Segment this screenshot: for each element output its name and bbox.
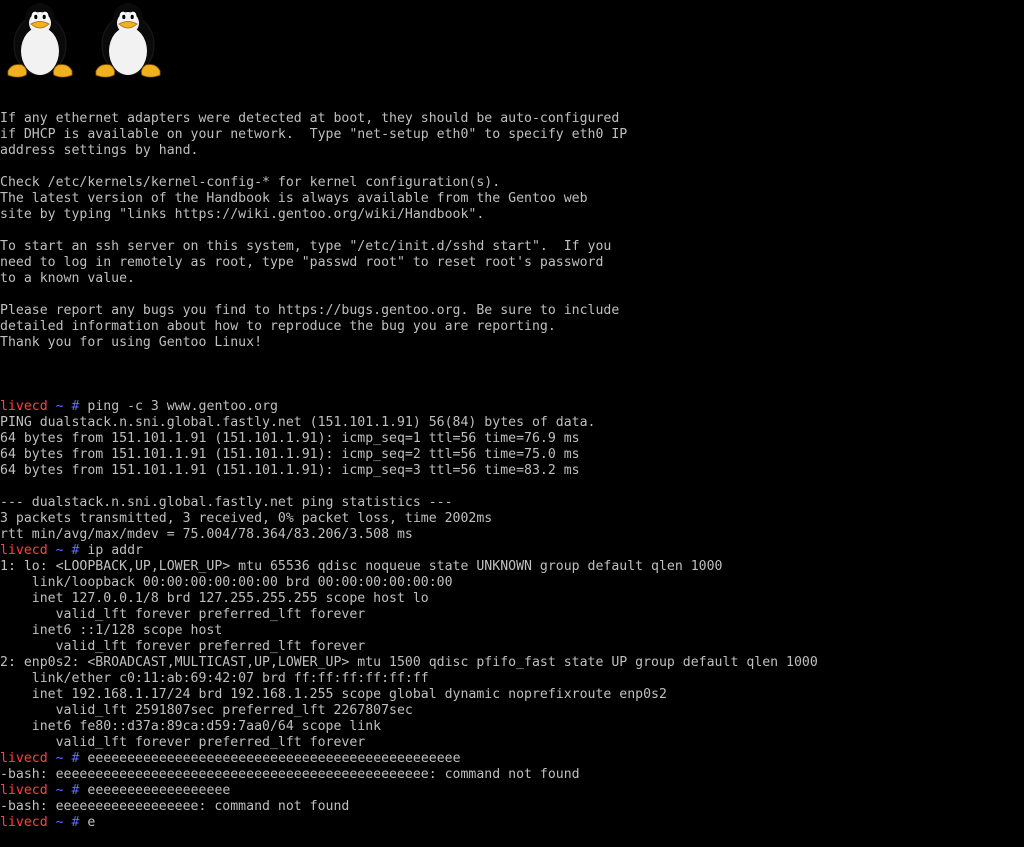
output-line: --- dualstack.n.sni.global.fastly.net pi… [0,495,453,510]
output-line: link/ether c0:11:ab:69:42:07 brd ff:ff:f… [0,671,429,686]
motd-line: if DHCP is available on your network. Ty… [0,127,628,142]
prompt-hostname: livecd [0,783,48,798]
prompt-hostname: livecd [0,399,48,414]
prompt-path: ~ [55,751,64,766]
output-line: valid_lft forever preferred_lft forever [0,607,366,622]
output-line: 64 bytes from 151.101.1.91 (151.101.1.91… [0,431,580,446]
output-line: inet 127.0.0.1/8 brd 127.255.255.255 sco… [0,591,429,606]
motd-line: Thank you for using Gentoo Linux! [0,335,263,350]
prompt-symbol: # [71,783,80,798]
output-line: 64 bytes from 151.101.1.91 (151.101.1.91… [0,463,580,478]
motd-line: to a known value. [0,271,135,286]
prompt-symbol: # [71,815,80,830]
command-input[interactable]: e [87,815,95,830]
tux-penguin-icon [7,3,73,78]
output-line: 3 packets transmitted, 3 received, 0% pa… [0,511,493,526]
motd-line: The latest version of the Handbook is al… [0,191,588,206]
tux-penguin-icon [95,3,161,78]
prompt-symbol: # [71,751,80,766]
prompt-path: ~ [55,783,64,798]
output-line: 64 bytes from 151.101.1.91 (151.101.1.91… [0,447,580,462]
output-line: inet6 ::1/128 scope host [0,623,223,638]
prompt-line: livecd ~ # eeeeeeeeeeeeeeeeee [0,783,1024,799]
output-line: valid_lft forever preferred_lft forever [0,735,366,750]
prompt-hostname: livecd [0,815,48,830]
output-line: PING dualstack.n.sni.global.fastly.net (… [0,415,596,430]
prompt-symbol: # [71,399,80,414]
motd-line: Check /etc/kernels/kernel-config-* for k… [0,175,501,190]
motd-block: If any ethernet adapters were detected a… [0,111,1024,367]
prompt-path: ~ [55,543,64,558]
motd-line: address settings by hand. [0,143,199,158]
terminal-console[interactable]: If any ethernet adapters were detected a… [0,79,1024,847]
motd-line [0,351,1024,367]
output-line: -bash: eeeeeeeeeeeeeeeeee: command not f… [0,799,350,814]
command-text: ip addr [87,543,143,558]
motd-line: To start an ssh server on this system, t… [0,239,612,254]
command-input-line[interactable]: livecd ~ # e [0,815,1024,831]
gentoo-logo-row [4,0,204,80]
output-line: rtt min/avg/max/mdev = 75.004/78.364/83.… [0,527,413,542]
motd-line [0,223,1024,239]
prompt-hostname: livecd [0,543,48,558]
motd-line: Please report any bugs you find to https… [0,303,620,318]
prompt-line: livecd ~ # eeeeeeeeeeeeeeeeeeeeeeeeeeeee… [0,751,1024,767]
motd-line: If any ethernet adapters were detected a… [0,111,620,126]
prompt-hostname: livecd [0,751,48,766]
prompt-line: livecd ~ # ping -c 3 www.gentoo.org [0,399,1024,415]
motd-line: need to log in remotely as root, type "p… [0,255,604,270]
command-text: ping -c 3 www.gentoo.org [87,399,278,414]
prompt-path: ~ [55,399,64,414]
output-line: inet6 fe80::d37a:89ca:d59:7aa0/64 scope … [0,719,382,734]
shell-session[interactable]: livecd ~ # ping -c 3 www.gentoo.org PING … [0,399,1024,831]
output-line: link/loopback 00:00:00:00:00:00 brd 00:0… [0,575,453,590]
prompt-symbol: # [71,543,80,558]
prompt-line: livecd ~ # ip addr [0,543,1024,559]
output-line: inet 192.168.1.17/24 brd 192.168.1.255 s… [0,687,667,702]
motd-line [0,287,1024,303]
command-text: eeeeeeeeeeeeeeeeeeeeeeeeeeeeeeeeeeeeeeee… [87,751,461,766]
output-line: 2: enp0s2: <BROADCAST,MULTICAST,UP,LOWER… [0,655,818,670]
output-line: valid_lft forever preferred_lft forever [0,639,366,654]
command-text: eeeeeeeeeeeeeeeeee [87,783,231,798]
motd-line: detailed information about how to reprod… [0,319,556,334]
output-line: 1: lo: <LOOPBACK,UP,LOWER_UP> mtu 65536 … [0,559,723,574]
prompt-path: ~ [55,815,64,830]
motd-line: site by typing "links https://wiki.gento… [0,207,485,222]
output-line: -bash: eeeeeeeeeeeeeeeeeeeeeeeeeeeeeeeee… [0,767,580,782]
output-line: valid_lft 2591807sec preferred_lft 22678… [0,703,413,718]
motd-line [0,159,1024,175]
